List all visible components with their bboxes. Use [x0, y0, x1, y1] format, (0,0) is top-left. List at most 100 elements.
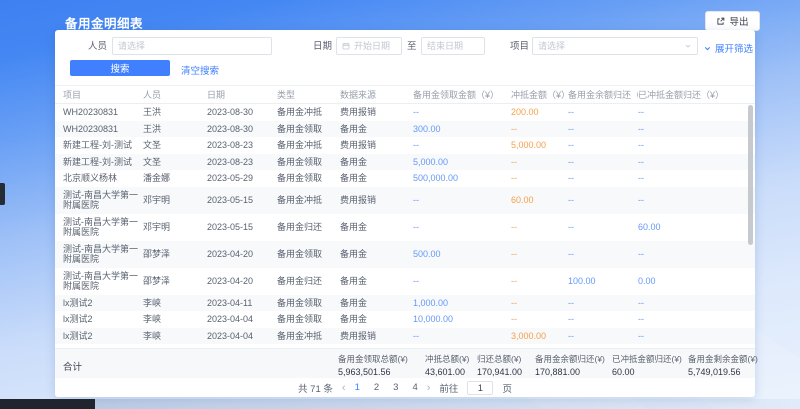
summary-stat-label: 已冲抵金额归还(¥): [612, 353, 682, 365]
table-row[interactable]: 新建工程-刘-测试文圣2023-08-23备用金冲抵费用报销--5,000.00…: [55, 137, 755, 154]
cell-person: 潘金娜: [143, 170, 207, 187]
cell-date: 2023-04-20: [207, 246, 277, 263]
cell-type: 备用金归还: [277, 219, 340, 236]
goto-page-input[interactable]: [467, 381, 493, 395]
cell-balance_returned: --: [568, 104, 638, 121]
left-edge-tab[interactable]: [0, 183, 5, 205]
cell-source: 费用报销: [340, 137, 413, 154]
cell-person: 李峡: [143, 328, 207, 345]
table-header-row: 项目人员日期类型数据来源备用金领取金额（¥）冲抵金额（¥）备用金余额归还（¥）已…: [55, 86, 755, 104]
cell-offset_returned: --: [638, 328, 747, 345]
expand-filter-link[interactable]: 展开筛选: [703, 41, 753, 55]
search-button[interactable]: 搜索: [70, 60, 170, 76]
calendar-icon: [342, 42, 350, 50]
person-filter-label: 人员: [88, 42, 107, 52]
cell-balance_returned: --: [568, 170, 638, 187]
vertical-scrollbar[interactable]: [748, 105, 753, 245]
cell-project: 北京顺义杨林: [63, 170, 143, 187]
table-row[interactable]: 测试-南昌大学第一附属医院邓宇明2023-05-15备用金冲抵费用报销--60.…: [55, 187, 755, 214]
bottom-bar: [0, 399, 800, 409]
summary-stat-value: 5,963,501.56: [338, 367, 408, 377]
table-row[interactable]: 测试-南昌大学第一附属医院邵梦泽2023-04-20备用金领取备用金500.00…: [55, 241, 755, 268]
table-row[interactable]: 测试-南昌大学第一附属医院邵梦泽2023-04-20备用金归还备用金----10…: [55, 268, 755, 295]
cell-type: 备用金归还: [277, 273, 340, 290]
table-row[interactable]: 测试-南昌大学第一附属医院邓宇明2023-05-15备用金归还备用金------…: [55, 214, 755, 241]
cell-balance_returned: 100.00: [568, 273, 638, 290]
table-row[interactable]: lx测试2李峡2023-04-04备用金领取备用金10,000.00------: [55, 311, 755, 328]
column-header: 备用金领取金额（¥）: [413, 88, 511, 101]
page-button-3[interactable]: 3: [393, 382, 398, 393]
cell-source: 备用金: [340, 246, 413, 263]
cell-person: 文圣: [143, 154, 207, 171]
cell-project: 新建工程-刘-测试: [63, 137, 143, 154]
cell-offset: 60.00: [511, 192, 568, 209]
cell-offset_returned: --: [638, 192, 747, 209]
cell-received: --: [413, 273, 511, 290]
date-range-separator: 至: [407, 42, 417, 52]
page-button-1[interactable]: 1: [355, 382, 360, 393]
table-row[interactable]: lx测试2李峡2023-04-04备用金冲抵费用报销--3,000.00----: [55, 328, 755, 345]
cell-offset: --: [511, 295, 568, 312]
end-date-input[interactable]: [421, 37, 485, 55]
cell-person: 文圣: [143, 137, 207, 154]
cell-date: 2023-05-15: [207, 192, 277, 209]
summary-stat: 冲抵总额(¥)43,601.00: [425, 353, 469, 377]
cell-project: 测试-南昌大学第一附属医院: [63, 268, 143, 295]
cell-balance_returned: --: [568, 246, 638, 263]
export-button[interactable]: 导出: [705, 11, 760, 31]
cell-person: 李峡: [143, 311, 207, 328]
cell-offset: 3,000.00: [511, 328, 568, 345]
cell-date: 2023-04-20: [207, 273, 277, 290]
cell-date: 2023-05-29: [207, 170, 277, 187]
table-body: WH20230831王洪2023-08-30备用金冲抵费用报销--200.00-…: [55, 104, 755, 349]
table-row[interactable]: WH20230831王洪2023-08-30备用金领取备用金300.00----…: [55, 121, 755, 138]
page-button-2[interactable]: 2: [374, 382, 379, 393]
cell-type: 备用金领取: [277, 154, 340, 171]
export-button-label: 导出: [729, 14, 748, 28]
start-date-field[interactable]: [354, 41, 396, 51]
start-date-input[interactable]: [336, 37, 402, 55]
cell-offset_returned: --: [638, 311, 747, 328]
cell-date: 2023-05-15: [207, 219, 277, 236]
cell-date: 2023-04-04: [207, 328, 277, 345]
chevron-down-icon: [703, 44, 712, 53]
cell-source: 备用金: [340, 295, 413, 312]
summary-stat-label: 备用金余额归还(¥): [535, 353, 605, 365]
project-select[interactable]: [532, 37, 698, 55]
project-select-input[interactable]: [538, 41, 680, 51]
cell-balance_returned: --: [568, 121, 638, 138]
summary-stat: 归还总额(¥)170,941.00: [477, 353, 522, 377]
table-row[interactable]: lx测试2李峡2023-04-11备用金领取备用金1,000.00------: [55, 295, 755, 312]
clear-search-link[interactable]: 清空搜索: [181, 63, 219, 77]
table-row[interactable]: WH20230831王洪2023-08-30备用金冲抵费用报销--200.00-…: [55, 104, 755, 121]
cell-date: 2023-04-11: [207, 295, 277, 312]
summary-stat-value: 5,749,019.56: [688, 367, 758, 377]
cell-person: 邵梦泽: [143, 246, 207, 263]
data-table: 项目人员日期类型数据来源备用金领取金额（¥）冲抵金额（¥）备用金余额归还（¥）已…: [55, 85, 755, 349]
cell-person: 王洪: [143, 104, 207, 121]
cell-offset: --: [511, 121, 568, 138]
next-page-button[interactable]: ›: [427, 383, 431, 393]
prev-page-button[interactable]: ‹: [342, 383, 346, 393]
summary-stat-value: 170,941.00: [477, 367, 522, 377]
summary-stat: 备用金领取总额(¥)5,963,501.56: [338, 353, 408, 377]
table-row[interactable]: 北京顺义杨林潘金娜2023-05-29备用金领取备用金500,000.00---…: [55, 170, 755, 187]
summary-stat: 备用金剩余金额(¥)5,749,019.56: [688, 353, 758, 377]
cell-received: --: [413, 192, 511, 209]
summary-stat-label: 冲抵总额(¥): [425, 353, 469, 365]
end-date-field[interactable]: [427, 41, 479, 51]
column-header: 冲抵金额（¥）: [511, 88, 568, 101]
cell-received: 10,000.00: [413, 311, 511, 328]
column-header: 数据来源: [340, 88, 413, 101]
cell-received: 300.00: [413, 121, 511, 138]
column-header: 人员: [143, 88, 207, 101]
cell-type: 备用金领取: [277, 121, 340, 138]
page-button-4[interactable]: 4: [412, 382, 417, 393]
table-row[interactable]: 新建工程-刘-测试文圣2023-08-23备用金领取备用金5,000.00---…: [55, 154, 755, 171]
cell-offset: --: [511, 273, 568, 290]
cell-date: 2023-08-30: [207, 104, 277, 121]
cell-received: --: [413, 137, 511, 154]
person-select-input[interactable]: [118, 41, 266, 51]
person-select[interactable]: [112, 37, 272, 55]
cell-type: 备用金冲抵: [277, 192, 340, 209]
